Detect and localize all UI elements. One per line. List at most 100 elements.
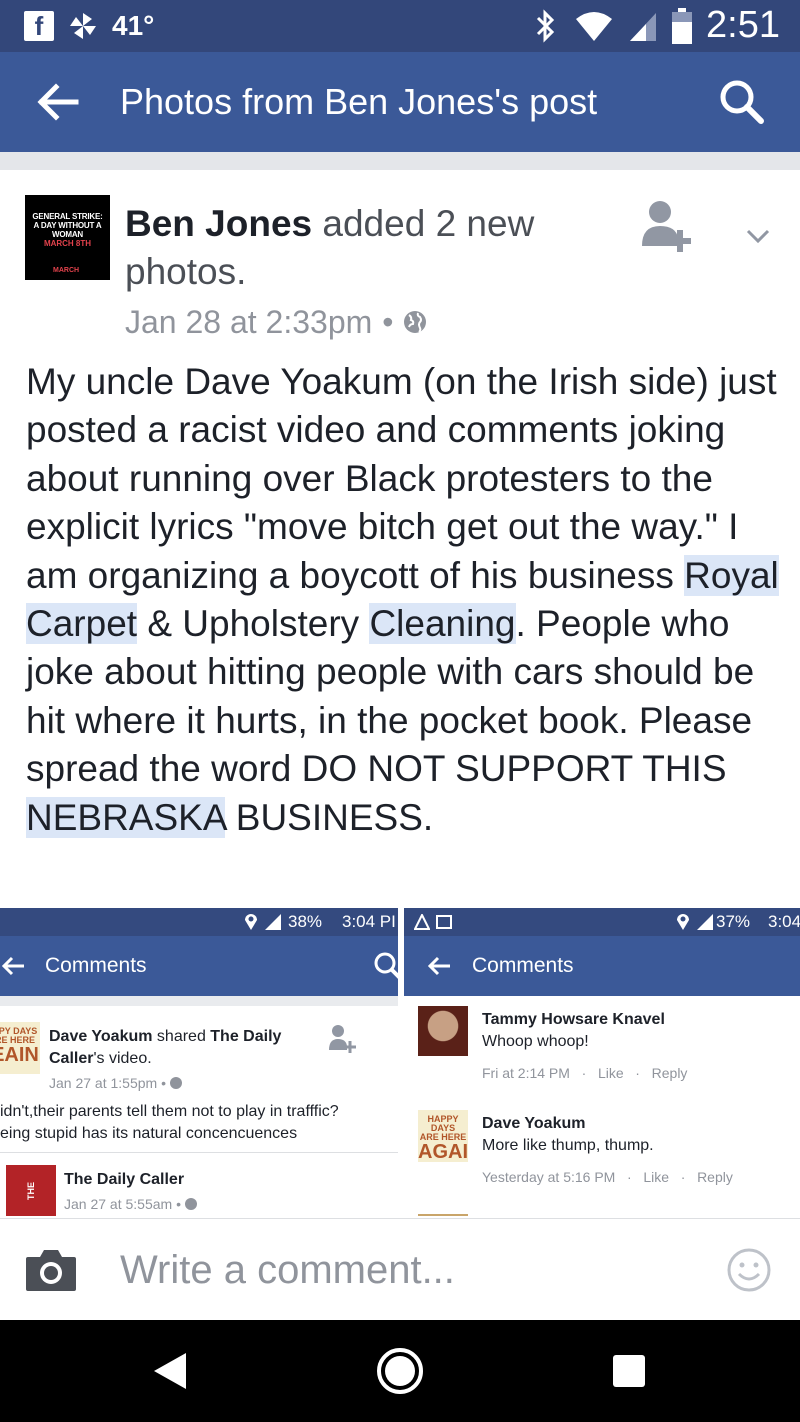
add-friend-icon xyxy=(329,1025,356,1053)
nav-home-icon[interactable] xyxy=(376,1347,424,1395)
photo-status-bar: 37% 3:04 xyxy=(404,908,800,936)
post-photo-1[interactable]: 38% 3:04 PI Comments PPY DAYSRE HEREEAIN… xyxy=(0,908,398,1216)
back-arrow-icon xyxy=(427,956,450,976)
bluetooth-icon xyxy=(536,8,555,43)
shared-line: Dave Yoakum shared The Daily xyxy=(49,1026,281,1047)
battery-level: 37% xyxy=(716,912,751,931)
shared-text: shared xyxy=(152,1028,211,1045)
divider xyxy=(0,1152,398,1153)
post-date: Jan 28 at 2:33pm xyxy=(125,304,373,340)
cell-signal-icon xyxy=(630,12,657,41)
avatar-text: GENERAL STRIKE: xyxy=(32,212,103,221)
page-title: Photos from Ben Jones's post xyxy=(120,81,598,122)
timestamp-text: Fri at 2:14 PM xyxy=(482,1065,570,1081)
commenter-name: Dave Yoakum xyxy=(482,1113,585,1134)
globe-icon xyxy=(404,311,427,333)
cell-signal-icon xyxy=(265,914,281,930)
facebook-notification-icon: f xyxy=(24,11,54,41)
pinwheel-notification-icon xyxy=(70,13,96,39)
post-text-segment: My uncle Dave Yoakum (on the Irish side)… xyxy=(26,361,777,596)
reply-link: Reply xyxy=(651,1065,688,1081)
separator-dot: · xyxy=(627,1169,632,1185)
location-icon xyxy=(245,914,257,930)
avatar: HAPPY DAYSARE HEREAGAIN xyxy=(418,1110,468,1162)
back-arrow-icon[interactable] xyxy=(34,78,82,126)
battery-icon xyxy=(672,7,693,44)
tagged-place-link[interactable]: NEBRASKA xyxy=(26,796,226,838)
comment-text: Whoop whoop! xyxy=(482,1033,589,1050)
avatar-text: AGAIN xyxy=(418,1141,468,1162)
comment-text: idn't,their parents tell them not to pla… xyxy=(0,1103,339,1120)
location-icon xyxy=(677,914,689,930)
avatar-text: EAIN xyxy=(0,1044,39,1066)
post-photo-2[interactable]: 37% 3:04 Comments Tammy Howsare Knavel W… xyxy=(404,908,800,1216)
add-friend-icon[interactable] xyxy=(640,198,692,254)
timestamp-text: Jan 27 at 1:55pm • xyxy=(49,1075,170,1091)
post-text: My uncle Dave Yoakum (on the Irish side)… xyxy=(26,358,786,842)
timestamp: Jan 27 at 1:55pm • xyxy=(49,1073,182,1094)
comment-meta: Yesterday at 5:16 PM · Like · Reply xyxy=(482,1167,733,1188)
separator-dot: · xyxy=(680,1169,686,1185)
nav-back-icon[interactable] xyxy=(150,1350,190,1392)
nav-recent-apps-icon[interactable] xyxy=(612,1354,646,1388)
avatar-text: MARCH 8TH xyxy=(43,239,92,248)
like-link: Like xyxy=(643,1169,670,1185)
photo-title: Comments xyxy=(472,954,574,977)
author-name[interactable]: Ben Jones xyxy=(125,203,312,244)
commenter-name: Tammy Howsare Knavel xyxy=(482,1009,665,1030)
source-name: The Daily Caller xyxy=(64,1169,184,1190)
photo-title: Comments xyxy=(45,954,147,977)
separator-dot: · xyxy=(635,1065,640,1081)
clock: 3:04 PI xyxy=(342,912,396,931)
photo-app-bar: Comments xyxy=(404,936,800,996)
post-text-segment: & Upholstery xyxy=(137,603,370,645)
avatar-text: MARCH xyxy=(53,267,80,274)
avatar-text: A DAY WITHOUT A WOMAN xyxy=(33,221,102,239)
clock: 3:04 xyxy=(768,912,800,931)
author-name: Dave Yoakum xyxy=(49,1028,153,1045)
timestamp-text: Yesterday at 5:16 PM xyxy=(482,1169,616,1185)
post-timestamp[interactable]: Jan 28 at 2:33pm • xyxy=(125,302,427,342)
separator-dot: · xyxy=(581,1065,587,1081)
reply-link: Reply xyxy=(697,1169,733,1185)
divider xyxy=(0,996,398,1006)
divider xyxy=(0,152,800,170)
avatar xyxy=(418,1006,468,1056)
post-text-segment: BUSINESS. xyxy=(225,796,434,838)
comment-input[interactable] xyxy=(120,1243,680,1297)
tagged-page-link[interactable]: Cleaning xyxy=(369,603,516,645)
app-bar: Photos from Ben Jones's post xyxy=(0,52,800,152)
chevron-down-icon[interactable] xyxy=(744,226,772,246)
post-header: Ben Jones added 2 new photos. xyxy=(125,200,585,296)
avatar-text: HAPPY DAYS xyxy=(427,1114,459,1133)
search-icon xyxy=(374,952,398,979)
daily-caller-logo: THEDC xyxy=(6,1165,56,1216)
wifi-icon xyxy=(576,11,613,41)
search-icon[interactable] xyxy=(716,76,766,126)
temperature: 41° xyxy=(112,10,155,41)
globe-icon xyxy=(169,1077,182,1089)
status-bar: f 41° 2:51 xyxy=(0,0,800,52)
emoji-smiley-icon[interactable] xyxy=(726,1247,772,1293)
battery-level: 38% xyxy=(288,912,323,931)
back-arrow-icon xyxy=(1,956,24,976)
system-nav-bar xyxy=(0,1320,800,1422)
timestamp-text: Jan 27 at 5:55am • xyxy=(64,1196,185,1212)
photo-app-bar: Comments xyxy=(0,936,398,996)
clock: 2:51 xyxy=(706,4,780,46)
shared-line: Caller's video. xyxy=(49,1048,152,1069)
avatar[interactable]: GENERAL STRIKE: A DAY WITHOUT A WOMAN MAR… xyxy=(25,195,110,280)
photo-status-bar: 38% 3:04 PI xyxy=(0,908,398,936)
avatar: PPY DAYSRE HEREEAIN xyxy=(0,1022,40,1074)
comment-meta: Fri at 2:14 PM · Like · Reply xyxy=(482,1063,687,1084)
timestamp: Jan 27 at 5:55am • xyxy=(64,1194,197,1215)
comment-text: More like thump, thump. xyxy=(482,1137,654,1154)
comment-composer xyxy=(0,1218,800,1320)
camera-icon[interactable] xyxy=(24,1247,78,1293)
comment-text: eing stupid has its natural concencuence… xyxy=(0,1125,298,1142)
logo-text: THE xyxy=(26,1182,36,1200)
like-link: Like xyxy=(597,1065,624,1081)
notification-icon xyxy=(436,915,452,929)
shared-text: 's video. xyxy=(93,1050,152,1067)
source-name: Caller xyxy=(49,1050,94,1067)
